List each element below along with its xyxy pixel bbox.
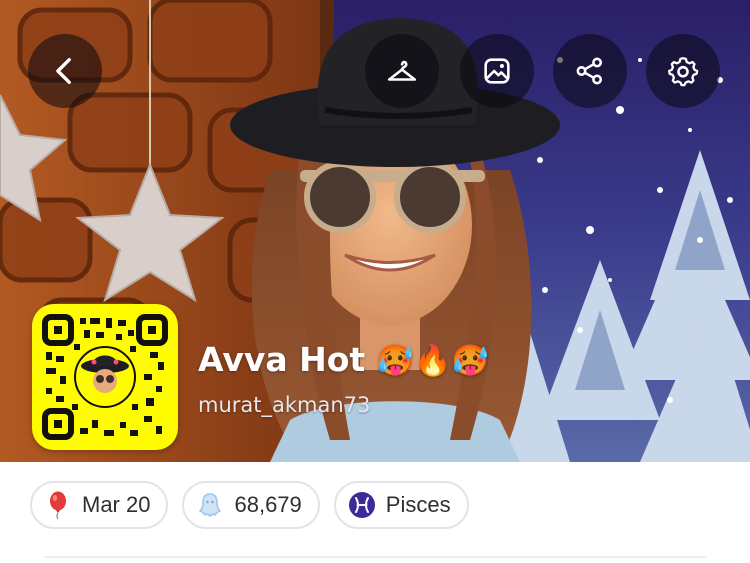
snap-score-label: 68,679 [234, 492, 302, 517]
hot-face-emoji: 🥵 [451, 343, 489, 379]
profile-identity: Avva Hot 🥵🔥🥵 murat_akman73 [198, 338, 489, 420]
fire-emoji: 🔥 [414, 343, 452, 379]
share-button[interactable] [553, 34, 627, 108]
pisces-icon [348, 491, 376, 519]
hanger-icon [387, 60, 417, 81]
birthday-label: Mar 20 [82, 492, 151, 517]
background-button[interactable] [460, 34, 534, 108]
zodiac-chip[interactable]: Pisces [333, 481, 469, 529]
snapcode[interactable] [32, 304, 178, 450]
zodiac-label: Pisces [385, 492, 451, 517]
divider [44, 556, 706, 558]
settings-button[interactable] [646, 34, 720, 108]
profile-chips: Mar 20 68,679 Pisces [30, 481, 469, 529]
back-button[interactable] [28, 34, 102, 108]
snapcode-pattern [42, 314, 168, 440]
snap-score-chip[interactable]: 68,679 [182, 481, 320, 529]
photo-icon [484, 58, 510, 84]
ghost-icon [196, 491, 224, 519]
display-name-text: Avva Hot [198, 340, 366, 379]
birthday-chip[interactable]: Mar 20 [30, 481, 169, 529]
gear-icon [667, 57, 699, 87]
back-icon [56, 57, 71, 85]
display-name: Avva Hot 🥵🔥🥵 [198, 338, 489, 384]
hot-face-emoji: 🥵 [376, 343, 415, 379]
username: murat_akman73 [198, 392, 371, 417]
bitmoji-outfit-button[interactable] [365, 34, 439, 108]
balloon-icon [44, 491, 72, 519]
share-icon [576, 57, 603, 85]
